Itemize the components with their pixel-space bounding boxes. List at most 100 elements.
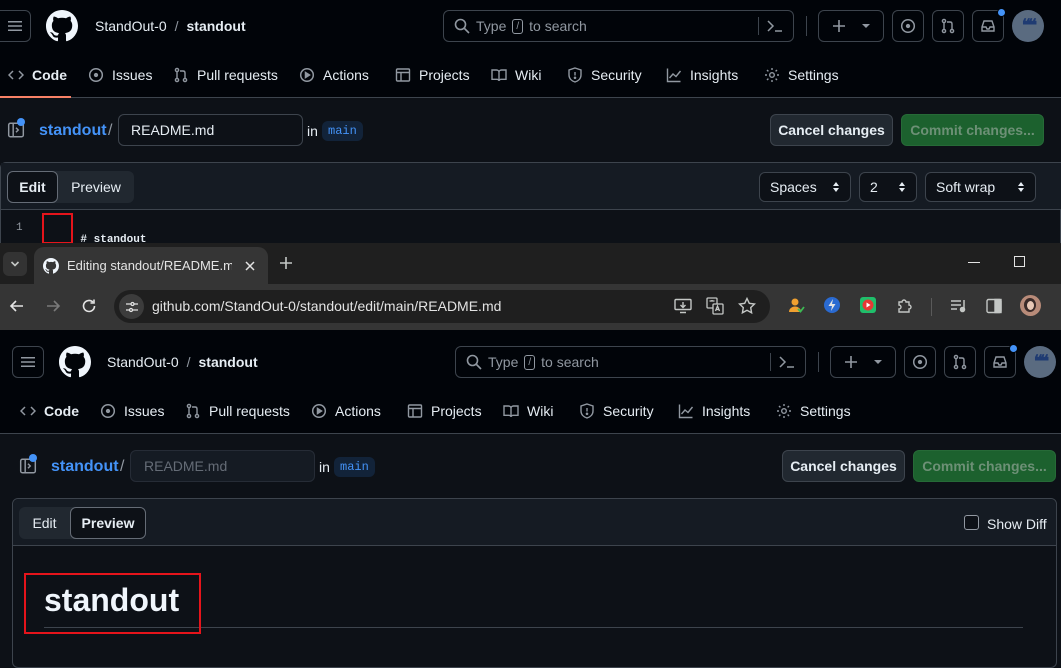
issues-button[interactable]: [892, 10, 924, 42]
close-tab-icon[interactable]: [244, 260, 256, 272]
edit-tab-button[interactable]: Edit: [7, 171, 58, 203]
edit-tab-button[interactable]: Edit: [19, 507, 70, 539]
commit-changes-button[interactable]: Commit changes...: [901, 114, 1044, 146]
browser-tab-active[interactable]: Editing standout/README.md: [34, 247, 268, 284]
breadcrumb-repo[interactable]: standout: [199, 354, 258, 370]
cancel-changes-button[interactable]: Cancel changes: [770, 114, 893, 146]
cancel-changes-button[interactable]: Cancel changes: [782, 450, 905, 482]
show-diff-label[interactable]: Show Diff: [987, 516, 1047, 532]
maximize-window-icon[interactable]: [1014, 256, 1025, 267]
tab-projects[interactable]: Projects: [395, 52, 482, 98]
tab-actions[interactable]: Actions: [299, 52, 382, 98]
breadcrumb-repo[interactable]: standout: [187, 18, 246, 34]
tab-code[interactable]: Code: [0, 52, 71, 98]
create-new-button[interactable]: [830, 346, 896, 378]
new-tab-icon[interactable]: [279, 256, 293, 270]
tab-issues[interactable]: Issues: [100, 388, 175, 434]
bottom-github-page: StandOut-0 / standout Type / to search ❝…: [0, 330, 1061, 668]
search-icon: [454, 18, 470, 34]
in-label: in: [319, 459, 330, 475]
command-palette-icon[interactable]: [766, 18, 784, 34]
breadcrumb: StandOut-0 / standout: [107, 354, 258, 370]
code-icon: [8, 67, 24, 83]
create-new-button[interactable]: [818, 10, 884, 42]
site-info-icon[interactable]: [119, 294, 144, 319]
commit-changes-button[interactable]: Commit changes...: [913, 450, 1056, 482]
highlight-box-hash: [42, 213, 73, 244]
indent-size-select[interactable]: 2: [859, 172, 917, 202]
profile-avatar[interactable]: [1020, 295, 1041, 316]
shield-icon: [567, 67, 583, 83]
breadcrumb-owner[interactable]: StandOut-0: [95, 18, 167, 34]
indent-size-value: 2: [870, 179, 878, 195]
pull-requests-button[interactable]: [932, 10, 964, 42]
tab-pull-requests[interactable]: Pull requests: [185, 388, 304, 434]
code-icon: [20, 403, 36, 419]
media-queue-icon[interactable]: [950, 298, 968, 314]
preview-tab-button[interactable]: Preview: [58, 171, 134, 203]
extension-bolt-icon[interactable]: [823, 296, 841, 314]
inbox-icon: [992, 354, 1008, 370]
filename-input[interactable]: README.md: [118, 114, 303, 146]
show-diff-checkbox[interactable]: [964, 515, 979, 530]
tab-projects[interactable]: Projects: [407, 388, 494, 434]
tab-wiki[interactable]: Wiki: [491, 52, 553, 98]
minimize-window-icon[interactable]: [968, 262, 980, 264]
tab-actions[interactable]: Actions: [311, 388, 394, 434]
search-input[interactable]: Type / to search: [455, 346, 806, 378]
tab-projects-label: Projects: [419, 67, 470, 83]
forward-arrow-icon[interactable]: [45, 298, 61, 314]
avatar[interactable]: ❝❝: [1012, 10, 1044, 42]
tab-code[interactable]: Code: [20, 388, 83, 434]
preview-tab-button[interactable]: Preview: [70, 507, 146, 539]
tab-pull-requests[interactable]: Pull requests: [173, 52, 292, 98]
repo-nav-tabs: Code Issues Pull requests Actions Projec…: [20, 388, 856, 434]
hamburger-menu-icon[interactable]: [0, 10, 31, 42]
avatar[interactable]: ❝❝: [1024, 346, 1056, 378]
tab-issues-label: Issues: [112, 67, 153, 83]
tab-search-button[interactable]: [3, 252, 27, 276]
indent-mode-select[interactable]: Spaces: [759, 172, 851, 202]
tab-insights[interactable]: Insights: [678, 388, 762, 434]
issue-circle-icon: [88, 67, 104, 83]
tab-settings-label: Settings: [788, 67, 839, 83]
search-input[interactable]: Type / to search: [443, 10, 794, 42]
breadcrumb-owner[interactable]: StandOut-0: [107, 354, 179, 370]
editor-repo-link[interactable]: standout: [39, 122, 107, 140]
filename-input[interactable]: README.md: [130, 450, 315, 482]
tab-active-underline: [0, 96, 71, 98]
pull-requests-button[interactable]: [944, 346, 976, 378]
gear-icon: [776, 403, 792, 419]
bookmark-star-icon[interactable]: [738, 297, 756, 315]
browser-tab-title: Editing standout/README.md: [67, 258, 232, 273]
github-favicon-icon: [43, 257, 59, 274]
url-text[interactable]: github.com/StandOut-0/standout/edit/main…: [152, 298, 501, 314]
extension-person-icon[interactable]: [787, 296, 805, 314]
github-logo-icon[interactable]: [46, 10, 78, 42]
branch-label[interactable]: main: [334, 457, 375, 477]
tab-settings[interactable]: Settings: [764, 52, 844, 98]
extensions-puzzle-icon[interactable]: [896, 297, 914, 315]
tab-wiki[interactable]: Wiki: [503, 388, 565, 434]
github-logo-icon[interactable]: [59, 346, 91, 378]
tab-issues[interactable]: Issues: [88, 52, 163, 98]
extension-video-icon[interactable]: [859, 296, 877, 314]
tab-insights[interactable]: Insights: [666, 52, 750, 98]
install-app-icon[interactable]: [674, 298, 692, 314]
tab-settings[interactable]: Settings: [776, 388, 856, 434]
gear-icon: [764, 67, 780, 83]
side-panel-icon[interactable]: [986, 298, 1002, 314]
issues-button[interactable]: [904, 346, 936, 378]
graph-icon: [666, 67, 682, 83]
tab-security[interactable]: Security: [567, 52, 653, 98]
reload-icon[interactable]: [81, 298, 97, 314]
back-arrow-icon[interactable]: [9, 298, 25, 314]
tab-security[interactable]: Security: [579, 388, 665, 434]
hamburger-menu-icon[interactable]: [12, 346, 44, 378]
wrap-mode-select[interactable]: Soft wrap: [925, 172, 1036, 202]
editor-repo-link[interactable]: standout: [51, 458, 119, 476]
translate-icon[interactable]: [706, 297, 724, 315]
command-palette-icon[interactable]: [778, 354, 796, 370]
branch-label[interactable]: main: [322, 121, 363, 141]
mode-switch: Edit Preview: [7, 171, 134, 203]
